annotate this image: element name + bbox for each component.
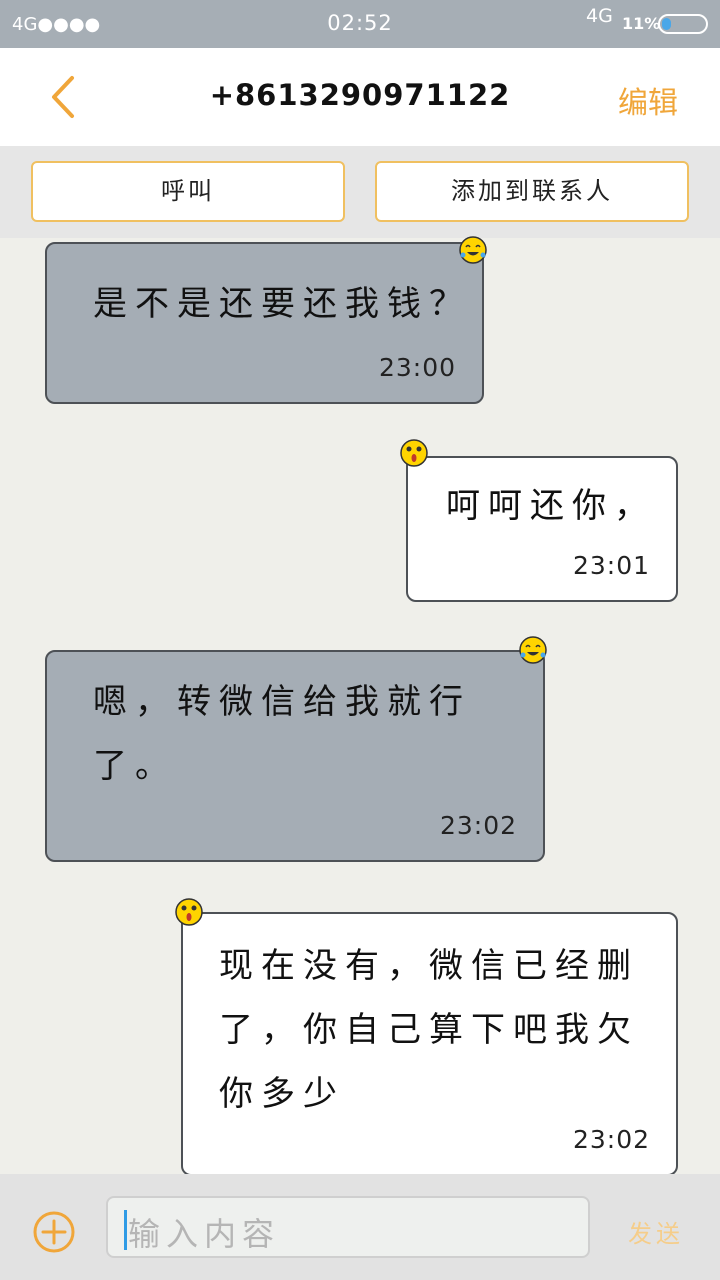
battery-icon (658, 14, 708, 34)
conversation-header: +8613290971122 编辑 (0, 48, 720, 146)
battery-percent: 11% (622, 14, 661, 33)
text-caret (124, 1210, 127, 1250)
laughing-crying-emoji-icon (519, 636, 547, 664)
battery-fill (662, 18, 671, 30)
status-bar: 4G●●●● 02:52 4G 11% (0, 0, 720, 48)
message-text: 呵呵还你， (446, 486, 656, 526)
message-time: 23:01 (572, 551, 650, 580)
input-placeholder: 输入内容 (128, 1215, 281, 1253)
laughing-crying-emoji-icon (459, 236, 487, 264)
message-text: 是不是还要还我钱？ (93, 284, 471, 324)
add-to-contacts-button[interactable]: 添加到联系人 (375, 161, 689, 222)
network-type: 4G (586, 5, 613, 27)
message-input[interactable]: 输入内容 (106, 1196, 590, 1258)
action-bar: 呼叫 添加到联系人 (0, 146, 720, 238)
message-input-bar: 输入内容 发送 (0, 1174, 720, 1280)
message-bubble-outgoing[interactable]: 呵呵还你， 23:01 (406, 456, 678, 602)
message-text: 嗯，转微信给我就行了。 (93, 682, 471, 786)
message-time: 23:02 (572, 1125, 650, 1154)
edit-button[interactable]: 编辑 (618, 78, 678, 122)
message-bubble-incoming[interactable]: 嗯，转微信给我就行了。 23:02 (45, 650, 545, 862)
surprised-emoji-icon (175, 898, 203, 926)
message-bubble-outgoing[interactable]: 现在没有，微信已经删了，你自己算下吧我欠你多少 23:02 (181, 912, 678, 1176)
message-time: 23:02 (439, 811, 517, 840)
surprised-emoji-icon (400, 439, 428, 467)
message-bubble-incoming[interactable]: 是不是还要还我钱？ 23:00 (45, 242, 484, 404)
plus-circle-icon[interactable] (32, 1210, 76, 1254)
call-button[interactable]: 呼叫 (31, 161, 345, 222)
contact-number-title: +8613290971122 (209, 78, 511, 112)
message-text: 现在没有，微信已经删了，你自己算下吧我欠你多少 (219, 946, 639, 1114)
message-time: 23:00 (378, 353, 456, 382)
send-button[interactable]: 发送 (628, 1214, 684, 1249)
